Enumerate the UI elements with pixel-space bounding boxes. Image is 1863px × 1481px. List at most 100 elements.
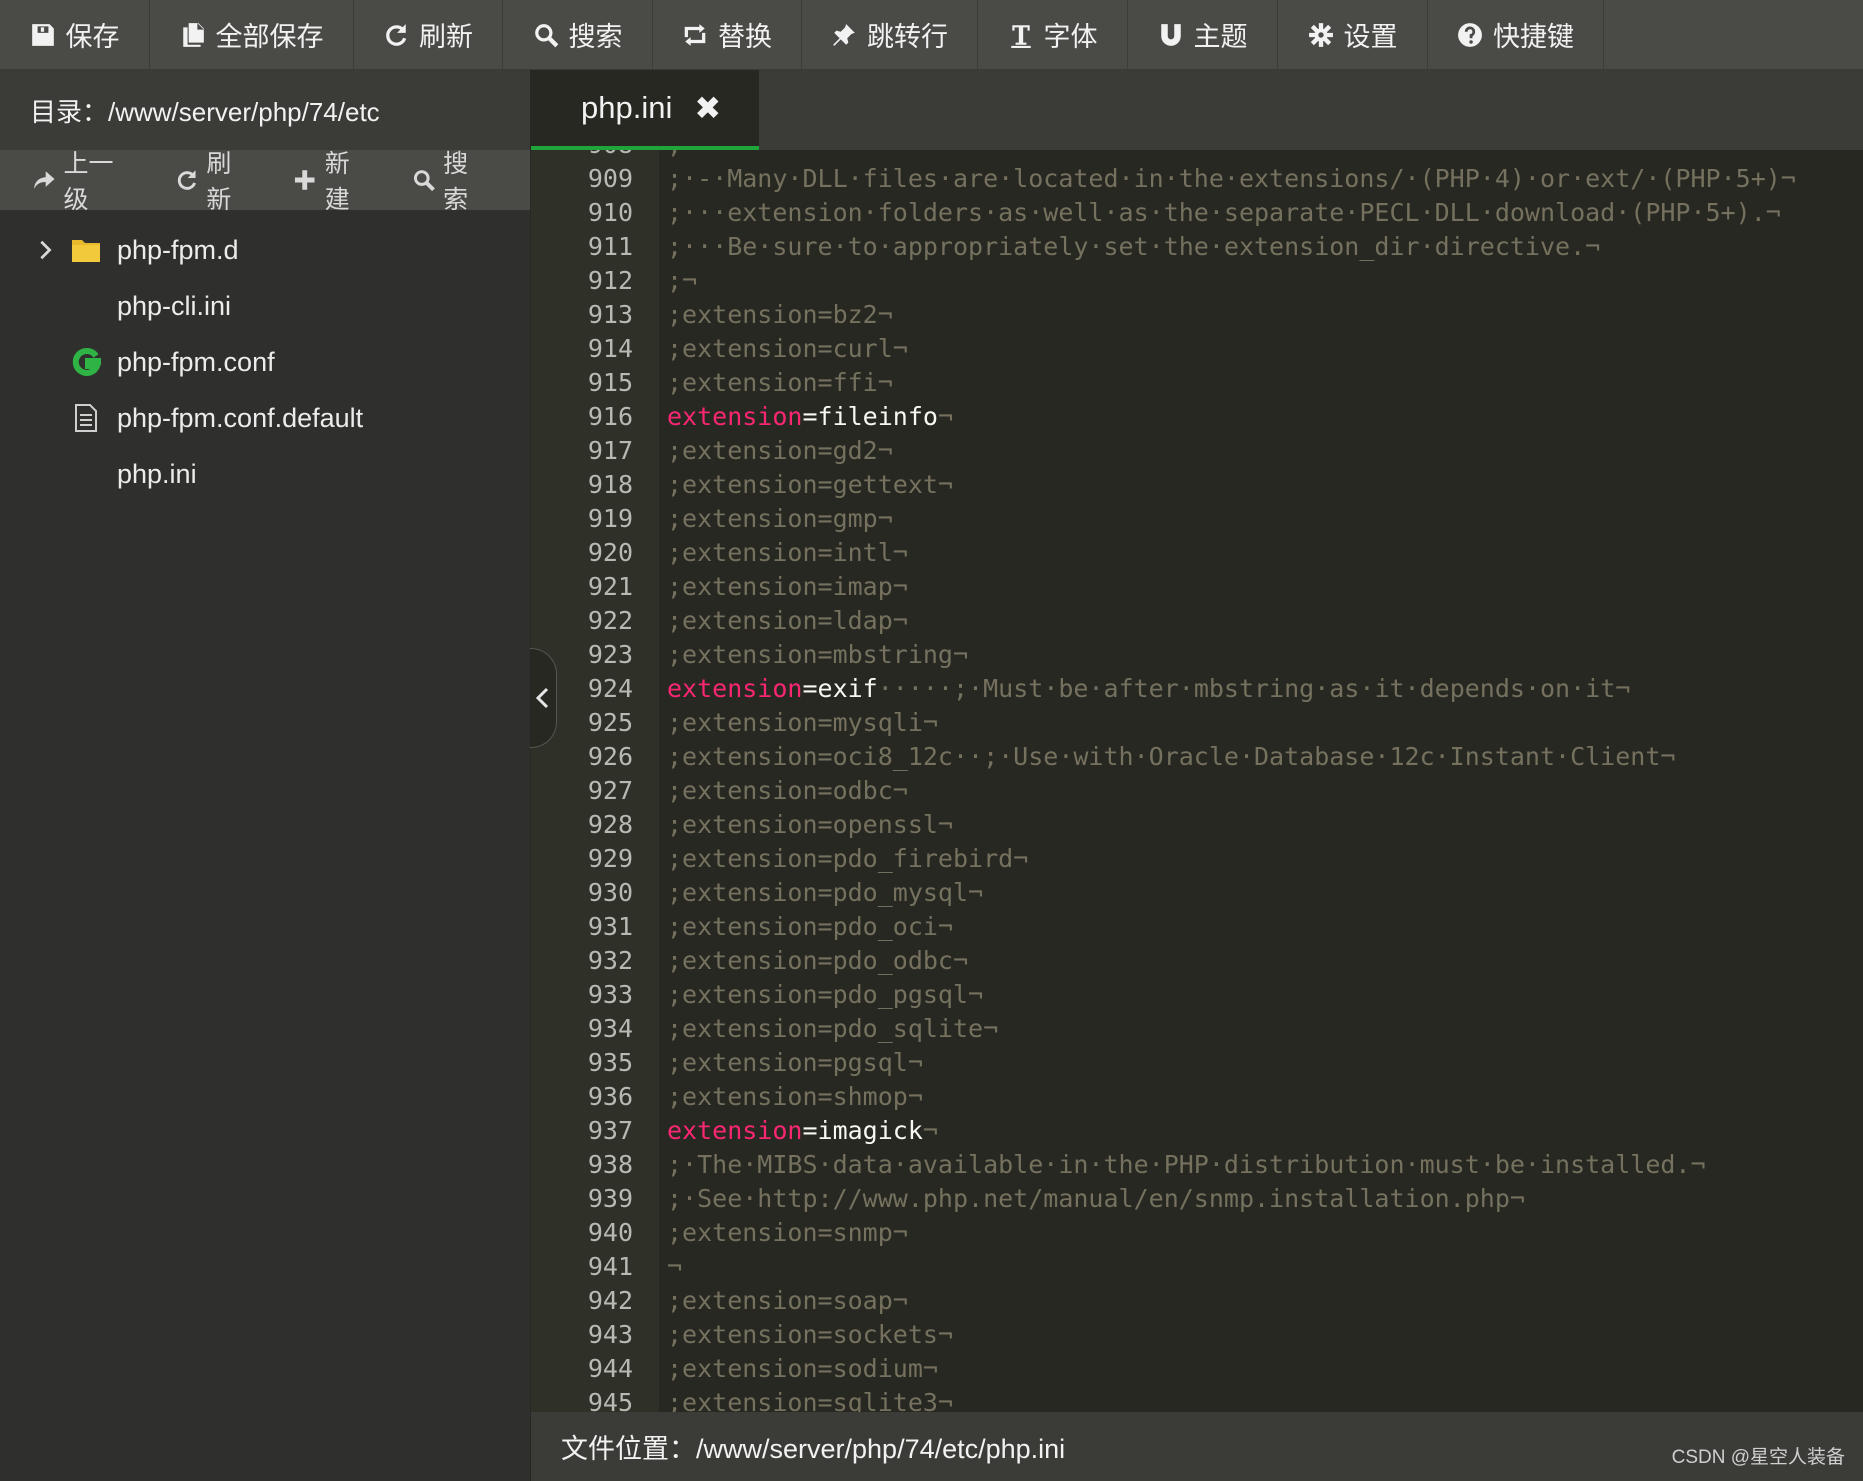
code-line: ;···Be·sure·to·appropriately·set·the·ext… (667, 232, 1601, 261)
code-line: ;extension=intl¬ (667, 538, 908, 567)
line-number: 918 (587, 470, 633, 499)
tab-php-ini[interactable]: php.ini ✖ (531, 70, 759, 150)
value-token: exif (817, 674, 878, 703)
line-number: 944 (587, 1354, 633, 1383)
code-line: ;extension=sockets¬ (667, 1320, 953, 1349)
parent-directory-button[interactable]: 上一级 (32, 144, 137, 216)
line-number: 917 (587, 436, 633, 465)
new-file-button[interactable]: 新建 (293, 144, 373, 216)
replace-button[interactable]: 替换 (653, 0, 802, 69)
font-button[interactable]: 字体 (978, 0, 1128, 69)
code-line: ;extension=pdo_firebird¬ (667, 844, 1029, 873)
chevron-right-icon[interactable] (34, 239, 56, 261)
code-line: extension=exif·····;·Must·be·after·mbstr… (667, 672, 1630, 706)
line-number: 915 (587, 368, 633, 397)
keyword-token: extension (667, 674, 803, 703)
line-number: 943 (587, 1320, 633, 1349)
code-line: ;extension=ffi¬ (667, 368, 893, 397)
tree-item-label: php-cli.ini (117, 290, 232, 321)
sidebar-search-button[interactable]: 搜索 (412, 144, 492, 216)
line-number: 937 (587, 1116, 633, 1145)
goto-line-button[interactable]: 跳转行 (802, 0, 978, 69)
tree-item-php-fpm-conf[interactable]: php-fpm.conf (0, 334, 530, 390)
save-all-button[interactable]: 全部保存 (150, 0, 354, 69)
refresh-button[interactable]: 刷新 (354, 0, 503, 69)
sidebar-refresh-button[interactable]: 刷新 (175, 144, 255, 216)
code-line: ;¬ (667, 266, 698, 295)
settings-button[interactable]: 设置 (1278, 0, 1428, 69)
code-editor[interactable]: ;· ;·-·Many·DLL·files·are·located·in·the… (659, 150, 1863, 1412)
tree-item-php-cli-ini[interactable]: php-cli.ini (0, 278, 530, 334)
tree-item-php-ini[interactable]: php.ini (0, 446, 530, 502)
save-button[interactable]: 保存 (0, 0, 150, 69)
line-number: 911 (587, 232, 633, 261)
code-line: ;extension=sqlite3¬ (667, 1388, 953, 1412)
line-number: 926 (587, 742, 633, 771)
gear-icon (1308, 22, 1333, 47)
operator-token: = (802, 402, 818, 431)
line-number: 909 (587, 164, 633, 193)
line-number: 925 (587, 708, 633, 737)
search-button-label: 搜索 (568, 22, 623, 52)
line-number: 934 (587, 1014, 633, 1043)
code-line: ;extension=pdo_sqlite¬ (667, 1014, 999, 1043)
tree-item-label: php-fpm.conf.default (117, 402, 364, 433)
code-line: ;extension=curl¬ (667, 334, 908, 363)
tree-item-php-fpm-conf-default[interactable]: php-fpm.conf.default (0, 390, 530, 446)
code-line: ;extension=ldap¬ (667, 606, 908, 635)
plus-icon (295, 170, 315, 190)
parent-directory-label: 上一级 (63, 150, 114, 214)
line-number: 933 (587, 980, 633, 1009)
font-button-label: 字体 (1043, 22, 1098, 52)
collapse-sidebar-button[interactable] (530, 648, 557, 748)
line-number: 935 (587, 1048, 633, 1077)
code-line: ;extension=imap¬ (667, 572, 908, 601)
theme-button-label: 主题 (1193, 22, 1248, 52)
code-line: ;extension=pdo_mysql¬ (667, 878, 984, 907)
code-line: ;·-·Many·DLL·files·are·located·in·the·ex… (667, 164, 1796, 193)
search-icon (534, 23, 558, 47)
close-icon[interactable]: ✖ (694, 89, 721, 127)
line-number: 945 (587, 1388, 633, 1412)
shortcuts-button[interactable]: 快捷键 (1428, 0, 1604, 69)
tree-item-label: php.ini (117, 458, 197, 489)
line-number: 908 (588, 150, 633, 162)
file-location: 文件位置：/www/server/php/74/etc/php.ini (561, 1434, 1066, 1464)
goto-line-button-label: 跳转行 (867, 22, 948, 52)
comment-token: ¬ (937, 402, 954, 431)
line-number: 916 (587, 402, 633, 431)
line-number: 936 (587, 1082, 633, 1111)
operator-token: = (802, 674, 818, 703)
code-line-partial: ;· (667, 150, 697, 162)
code-line: ;extension=odbc¬ (667, 776, 908, 805)
line-number: 929 (587, 844, 633, 873)
help-icon (1458, 22, 1482, 47)
theme-button[interactable]: 主题 (1128, 0, 1278, 69)
code-line: ;extension=pdo_oci¬ (667, 912, 953, 941)
code-line: ;extension=pgsql¬ (667, 1048, 923, 1077)
line-number: 913 (587, 300, 633, 329)
save-icon (31, 23, 54, 46)
line-number: 938 (587, 1150, 633, 1179)
tree-item-php-fpm-d[interactable]: php-fpm.d (0, 222, 530, 278)
code-line: ;·See·http://www.php.net/manual/en/snmp.… (667, 1184, 1525, 1213)
line-number: 923 (587, 640, 633, 669)
main-toolbar: 保存 全部保存 刷新 搜索 替换 跳转行 字体 主题 设置 快捷键 (0, 0, 1863, 70)
shortcuts-button-label: 快捷键 (1493, 22, 1574, 52)
code-line: ¬ (667, 1252, 683, 1281)
code-line: ;extension=gmp¬ (667, 504, 893, 533)
replace-icon (684, 23, 706, 46)
replace-button-label: 替换 (718, 22, 772, 52)
code-line: ;extension=pdo_odbc¬ (667, 946, 969, 975)
line-number: 921 (587, 572, 633, 601)
line-number: 914 (587, 334, 633, 363)
value-token: imagick (817, 1116, 923, 1145)
line-number: 920 (587, 538, 633, 567)
pin-icon (833, 23, 855, 46)
save-all-button-label: 全部保存 (215, 22, 324, 52)
keyword-token: extension (667, 402, 803, 431)
search-button[interactable]: 搜索 (503, 0, 653, 69)
line-number: 910 (587, 198, 633, 227)
theme-icon (1160, 23, 1181, 46)
gear-file-icon (72, 347, 102, 376)
